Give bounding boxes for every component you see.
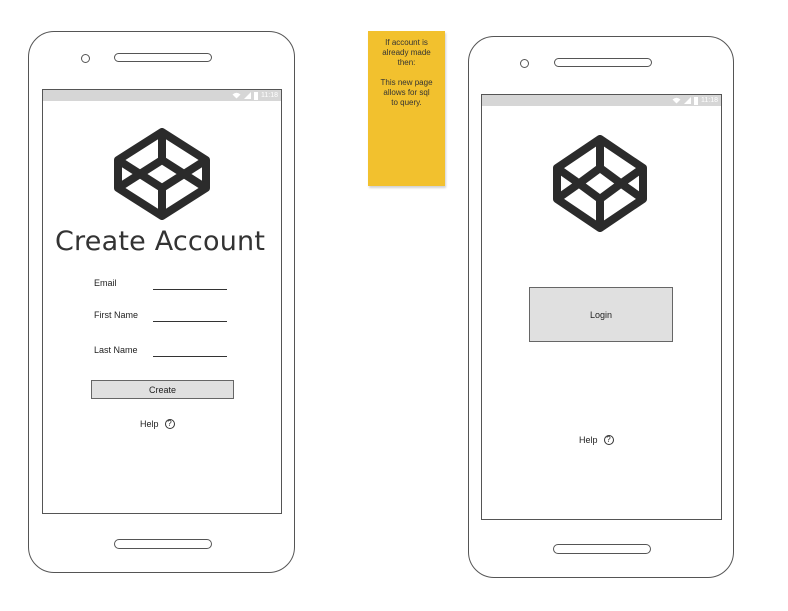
signal-icon	[244, 92, 251, 99]
login-screen: 11:18 Login Help ?	[481, 94, 722, 520]
sticky-note: If account is already made then: This ne…	[368, 31, 445, 186]
first-name-field[interactable]	[153, 321, 227, 322]
email-field[interactable]	[153, 289, 227, 290]
first-name-label: First Name	[94, 310, 139, 320]
last-name-field[interactable]	[153, 356, 227, 357]
question-circle-icon[interactable]: ?	[603, 435, 614, 445]
last-name-label: Last Name	[94, 345, 138, 355]
camera-icon	[520, 59, 529, 68]
codepen-cube-icon	[114, 128, 210, 220]
question-circle-icon[interactable]: ?	[164, 419, 175, 429]
login-button[interactable]: Login	[529, 287, 673, 342]
speaker-slot	[554, 58, 652, 67]
status-bar: 11:18	[482, 95, 721, 106]
battery-icon	[694, 96, 698, 105]
status-bar: 11:18	[43, 90, 281, 101]
battery-icon	[254, 91, 258, 100]
camera-icon	[81, 54, 90, 63]
wifi-icon	[232, 92, 241, 99]
help-link[interactable]: Help ?	[579, 435, 614, 445]
home-button[interactable]	[553, 544, 651, 554]
speaker-slot	[114, 53, 212, 62]
signal-icon	[684, 97, 691, 104]
create-account-phone: 11:18 Create Account Email First Name La…	[28, 31, 295, 573]
login-phone: 11:18 Login Help ?	[468, 36, 734, 578]
home-button[interactable]	[114, 539, 212, 549]
status-time: 11:18	[701, 97, 718, 104]
create-button[interactable]: Create	[91, 380, 234, 399]
help-label: Help	[140, 419, 159, 429]
help-label: Help	[579, 435, 598, 445]
help-link[interactable]: Help ?	[140, 419, 175, 429]
status-time: 11:18	[261, 92, 278, 99]
page-title: Create Account	[55, 226, 266, 257]
codepen-cube-icon	[553, 135, 647, 232]
wifi-icon	[672, 97, 681, 104]
email-label: Email	[94, 278, 117, 288]
create-account-screen: 11:18 Create Account Email First Name La…	[42, 89, 282, 514]
